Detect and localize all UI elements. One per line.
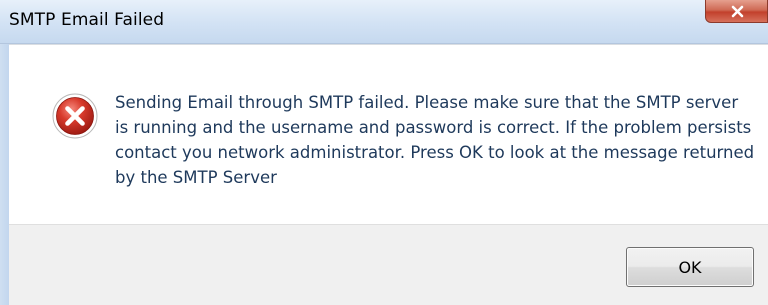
error-message: Sending Email through SMTP failed. Pleas… xyxy=(115,93,755,187)
error-icon xyxy=(51,92,99,140)
title-bar[interactable]: SMTP Email Failed xyxy=(0,0,768,44)
close-button[interactable] xyxy=(705,0,768,23)
ok-button[interactable]: OK xyxy=(626,247,754,287)
window-frame-left xyxy=(0,44,9,305)
close-icon xyxy=(731,5,744,18)
window-title: SMTP Email Failed xyxy=(9,10,165,30)
dialog-window: SMTP Email Failed Sending Email through … xyxy=(0,0,768,305)
